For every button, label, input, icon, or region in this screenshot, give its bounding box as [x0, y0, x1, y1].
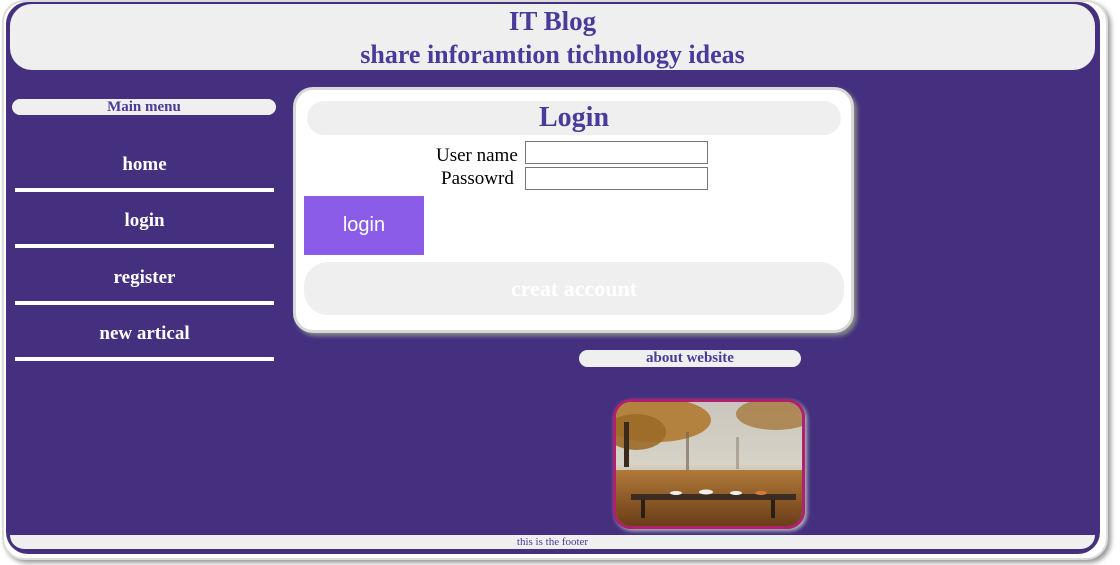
site-title: IT Blog [508, 6, 597, 36]
login-button[interactable]: login [304, 196, 424, 255]
login-title: Login [307, 101, 841, 135]
main-menu-title: Main menu [12, 99, 276, 115]
about-website-title: about website [579, 350, 801, 367]
menu-item-new-artical[interactable]: new artical [15, 321, 274, 361]
create-account-button[interactable]: creat account [304, 262, 844, 315]
username-input[interactable] [525, 141, 708, 164]
page-body: IT Blog share inforamtion tichnology ide… [6, 2, 1100, 554]
photo-illustration [616, 402, 802, 526]
menu-item-login[interactable]: login [15, 208, 274, 248]
site-header: IT Blog share inforamtion tichnology ide… [10, 4, 1095, 70]
site-subtitle: share inforamtion tichnology ideas [360, 40, 745, 69]
autumn-picnic-photo [613, 399, 805, 529]
menu-item-home[interactable]: home [15, 152, 274, 192]
username-label: User name [436, 145, 518, 166]
login-panel: Login User name Passowrd login creat acc… [293, 87, 854, 333]
menu-item-register[interactable]: register [15, 265, 274, 305]
password-label: Passowrd [441, 168, 514, 189]
footer: this is the footer [10, 535, 1095, 549]
password-input[interactable] [525, 167, 708, 190]
